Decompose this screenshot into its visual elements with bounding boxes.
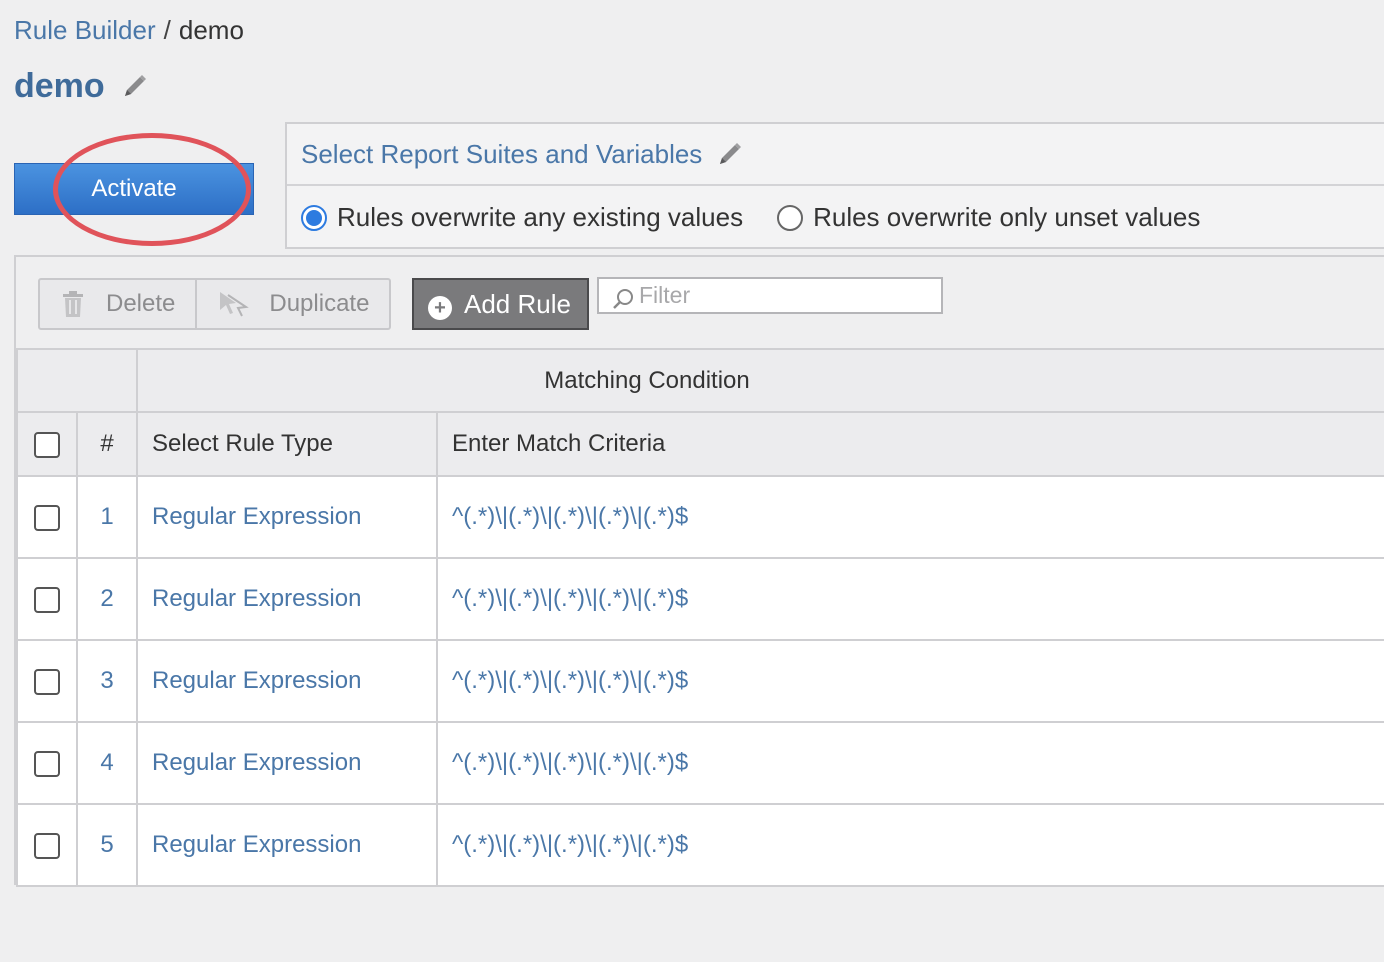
table-row: 5 Regular Expression ^(.*)\|(.*)\|(.*)\|… [16, 803, 1384, 887]
table-row: 1 Regular Expression ^(.*)\|(.*)\|(.*)\|… [16, 475, 1384, 559]
column-header-row: # Select Rule Type Enter Match Criteria [16, 411, 1384, 477]
overwrite-any-label: Rules overwrite any existing values [337, 202, 744, 232]
breadcrumb-separator: / [163, 15, 171, 45]
add-rule-label: Add Rule [464, 288, 571, 319]
group-header-row: Matching Condition [16, 348, 1384, 413]
rules-table: Matching Condition # Select Rule Type En… [16, 348, 1384, 887]
delete-button[interactable]: Delete [40, 280, 195, 328]
search-icon [613, 288, 633, 309]
match-criteria-link[interactable]: ^(.*)\|(.*)\|(.*)\|(.*)\|(.*)$ [435, 803, 1384, 887]
overwrite-any-option[interactable]: Rules overwrite any existing values [301, 202, 743, 233]
rule-type-link[interactable]: Regular Expression [136, 639, 438, 723]
duplicate-cursor-icon [220, 292, 250, 317]
filter-field[interactable] [597, 277, 943, 314]
rule-type-column-header: Select Rule Type [136, 411, 438, 477]
overwrite-unset-label: Rules overwrite only unset values [813, 202, 1201, 232]
matching-condition-header: Matching Condition [135, 348, 1384, 413]
group-header-blank [16, 348, 138, 413]
row-checkbox-cell [16, 557, 78, 641]
overwrite-options: Rules overwrite any existing values Rule… [287, 186, 1384, 249]
row-checkbox-cell [16, 721, 78, 805]
criteria-column-header: Enter Match Criteria [435, 411, 1384, 477]
breadcrumb-rule-builder-link[interactable]: Rule Builder [14, 15, 156, 45]
add-rule-button[interactable]: + Add Rule [412, 278, 589, 330]
report-suites-header: Select Report Suites and Variables [287, 124, 1384, 186]
select-report-suites-link[interactable]: Select Report Suites and Variables [301, 139, 702, 170]
row-checkbox[interactable] [34, 750, 60, 777]
page-title-wrap: demo [14, 64, 149, 108]
filter-input[interactable] [639, 282, 919, 309]
rule-type-link[interactable]: Regular Expression [136, 721, 438, 805]
table-row: 4 Regular Expression ^(.*)\|(.*)\|(.*)\|… [16, 721, 1384, 805]
match-criteria-link[interactable]: ^(.*)\|(.*)\|(.*)\|(.*)\|(.*)$ [435, 557, 1384, 641]
edit-title-pencil-icon[interactable] [121, 72, 149, 100]
trash-icon [63, 291, 83, 317]
rule-type-link[interactable]: Regular Expression [136, 475, 438, 559]
overwrite-any-radio[interactable] [301, 204, 327, 231]
plus-icon: + [428, 296, 452, 320]
activate-button[interactable]: Activate [14, 163, 254, 215]
report-suites-panel: Select Report Suites and Variables Rules… [285, 122, 1384, 249]
row-number: 2 [76, 557, 138, 641]
select-all-cell [16, 411, 78, 477]
activate-button-label: Activate [91, 175, 177, 202]
row-checkbox[interactable] [34, 504, 60, 531]
overwrite-unset-radio[interactable] [777, 204, 804, 231]
rules-toolbar: Delete Duplicate + Add Rule [16, 257, 1384, 349]
row-checkbox[interactable] [34, 668, 60, 695]
breadcrumb: Rule Builder / demo [14, 14, 244, 46]
row-number: 1 [76, 475, 138, 559]
number-column-header: # [76, 411, 138, 477]
rule-type-link[interactable]: Regular Expression [136, 557, 438, 641]
match-criteria-link[interactable]: ^(.*)\|(.*)\|(.*)\|(.*)\|(.*)$ [435, 639, 1384, 723]
overwrite-unset-option[interactable]: Rules overwrite only unset values [777, 202, 1200, 233]
row-number: 5 [76, 803, 138, 887]
rule-actions-group: Delete Duplicate [38, 278, 392, 330]
rules-panel: Delete Duplicate + Add Rule Filter Match… [14, 255, 1384, 887]
match-criteria-link[interactable]: ^(.*)\|(.*)\|(.*)\|(.*)\|(.*)$ [435, 475, 1384, 559]
delete-button-label: Delete [106, 290, 176, 317]
row-checkbox[interactable] [34, 832, 60, 859]
row-checkbox-cell [16, 803, 78, 887]
table-row: 3 Regular Expression ^(.*)\|(.*)\|(.*)\|… [16, 639, 1384, 723]
row-number: 4 [76, 721, 138, 805]
row-checkbox-cell [16, 639, 78, 723]
select-all-checkbox[interactable] [34, 431, 60, 458]
row-checkbox-cell [16, 475, 78, 559]
row-number: 3 [76, 639, 138, 723]
edit-report-suites-pencil-icon[interactable] [716, 140, 744, 168]
page-title: demo [14, 67, 105, 105]
duplicate-button[interactable]: Duplicate [195, 280, 389, 328]
duplicate-button-label: Duplicate [269, 290, 370, 317]
match-criteria-link[interactable]: ^(.*)\|(.*)\|(.*)\|(.*)\|(.*)$ [435, 721, 1384, 805]
rule-type-link[interactable]: Regular Expression [136, 803, 438, 887]
row-checkbox[interactable] [34, 586, 60, 613]
breadcrumb-current: demo [178, 15, 244, 45]
table-row: 2 Regular Expression ^(.*)\|(.*)\|(.*)\|… [16, 557, 1384, 641]
